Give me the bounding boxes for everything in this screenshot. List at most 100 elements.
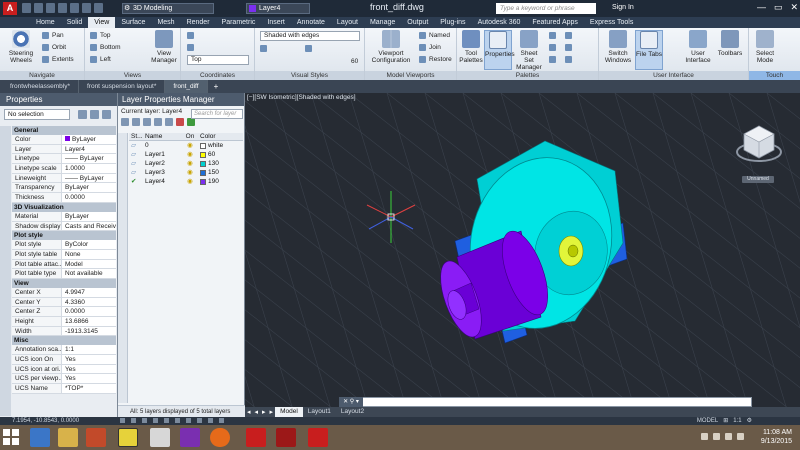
layer-name[interactable]: Layer1	[143, 150, 182, 159]
taskbar-clock[interactable]: 11:08 AM 9/13/2015	[761, 428, 792, 446]
layer-row[interactable]: ▱ Layer2 ◉ 130	[129, 159, 243, 168]
palette-icon-3[interactable]	[549, 55, 559, 64]
property-row[interactable]: Layer Layer4	[12, 144, 116, 155]
layout-tab-layout2[interactable]: Layout2	[336, 407, 369, 417]
osnap-icon[interactable]	[164, 418, 169, 423]
layer-status-icon[interactable]: ▱	[129, 168, 143, 177]
3d-osnap-icon[interactable]	[175, 418, 180, 423]
orbit-button[interactable]: Orbit	[42, 43, 66, 52]
tray-volume-icon[interactable]	[725, 433, 732, 440]
document-tab[interactable]: frontwheelassembly*	[2, 80, 79, 93]
grid-icon[interactable]	[131, 418, 136, 423]
palette-icon-2[interactable]	[549, 43, 559, 52]
ribbon-tab-solid[interactable]: Solid	[61, 17, 89, 28]
property-section-header[interactable]: General	[12, 126, 116, 135]
col-color[interactable]: Color	[198, 133, 243, 140]
save-icon[interactable]	[46, 3, 55, 13]
layer-color-cell[interactable]: 190	[198, 177, 243, 186]
property-row[interactable]: Linetype —— ByLayer	[12, 154, 116, 165]
property-value[interactable]: *TOP*	[62, 384, 116, 393]
property-value[interactable]: ByLayer	[62, 135, 116, 144]
property-row[interactable]: Plot table attac... Model	[12, 259, 116, 270]
property-row[interactable]: Plot style table None	[12, 249, 116, 260]
palette-icon-1[interactable]	[549, 31, 559, 40]
last-layout-icon[interactable]: ▸	[268, 408, 276, 416]
selection-dropdown[interactable]: No selection	[4, 109, 70, 120]
property-section-header[interactable]: Plot style	[12, 231, 116, 241]
maximize-button[interactable]: ▭	[774, 2, 783, 13]
app-taskbar-icon-2[interactable]	[150, 428, 170, 447]
layer-on-bulb-icon[interactable]: ◉	[182, 159, 198, 168]
property-row[interactable]: UCS icon at ori... Yes	[12, 364, 116, 375]
property-row[interactable]: Lineweight —— ByLayer	[12, 173, 116, 184]
status-item[interactable]: ⚙	[747, 417, 752, 425]
layer-row[interactable]: ▱ Layer3 ◉ 150	[129, 168, 243, 177]
layer-states-icon[interactable]	[143, 118, 151, 126]
ribbon-tab-home[interactable]: Home	[30, 17, 61, 28]
layout-tab-layout1[interactable]: Layout1	[303, 407, 336, 417]
drawing-viewport[interactable]: [−][SW Isometric][Shaded with edges] Unn…	[245, 93, 800, 407]
document-tab[interactable]: front_diff	[165, 80, 208, 93]
palette-icon-5[interactable]	[565, 43, 575, 52]
document-tab[interactable]: front suspension layout*	[79, 80, 166, 93]
file-tabs-button[interactable]: File Tabs	[635, 30, 663, 70]
view-left-button[interactable]: Left	[90, 55, 111, 64]
property-row[interactable]: Width -1913.3145	[12, 326, 116, 337]
property-row[interactable]: Annotation sca... 1:1	[12, 345, 116, 356]
view-bottom-button[interactable]: Bottom	[90, 43, 121, 52]
ribbon-tab-view[interactable]: View	[88, 17, 116, 28]
property-row[interactable]: Center Y 4.3360	[12, 297, 116, 308]
current-layer-dropdown[interactable]: Layer4	[246, 3, 310, 14]
property-value[interactable]: 1.0000	[62, 164, 116, 173]
view-manager-button[interactable]: View Manager	[149, 30, 179, 64]
face-effects-button[interactable]	[305, 44, 345, 53]
undo-icon[interactable]	[82, 3, 91, 13]
dyn-icon[interactable]	[208, 418, 213, 423]
save-as-icon[interactable]	[58, 3, 67, 13]
layer-row[interactable]: ▱ 0 ◉ white	[129, 141, 243, 150]
property-value[interactable]: 13.6866	[62, 317, 116, 326]
property-section-header[interactable]: View	[12, 278, 116, 288]
tray-network-icon[interactable]	[713, 433, 720, 440]
ribbon-tab-featured-apps[interactable]: Featured Apps	[526, 17, 584, 28]
property-value[interactable]: 0.0000	[62, 193, 116, 202]
set-current-icon[interactable]	[187, 118, 195, 126]
layer-row[interactable]: ✔ Layer4 ◉ 190	[129, 177, 243, 186]
viewcube[interactable]: Unnamed	[734, 120, 784, 183]
command-line-icons[interactable]: ✕ ⚲ ▾	[339, 397, 363, 407]
col-name[interactable]: Name	[143, 133, 182, 140]
layer-color-cell[interactable]: 60	[198, 150, 243, 159]
redo-icon[interactable]	[94, 3, 103, 13]
ribbon-tab-autodesk-360[interactable]: Autodesk 360	[472, 17, 527, 28]
ribbon-tab-annotate[interactable]: Annotate	[291, 17, 331, 28]
named-viewports-button[interactable]: Named	[419, 31, 450, 40]
quick-select-icon[interactable]	[102, 110, 111, 119]
layer-name[interactable]: 0	[143, 141, 182, 150]
autocad-taskbar-icon-2[interactable]	[276, 428, 296, 447]
ucs-world-button[interactable]	[187, 43, 247, 52]
tool-palettes-button[interactable]: Tool Palettes	[459, 30, 483, 64]
extents-button[interactable]: Extents	[42, 55, 74, 64]
col-status[interactable]: St...	[129, 133, 143, 140]
prev-layout-icon[interactable]: ◂	[253, 408, 261, 416]
layer-color-cell[interactable]: 130	[198, 159, 243, 168]
toolbars-button[interactable]: Toolbars	[715, 30, 745, 57]
property-row[interactable]: Height 13.6866	[12, 317, 116, 327]
otrack-icon[interactable]	[186, 418, 191, 423]
property-row[interactable]: Linetype scale 1.0000	[12, 164, 116, 174]
ribbon-tab-express-tools[interactable]: Express Tools	[584, 17, 639, 28]
minimize-button[interactable]: —	[757, 2, 766, 13]
status-item[interactable]: ⊞	[723, 417, 728, 425]
property-row[interactable]: Center X 4.9947	[12, 287, 116, 298]
plot-icon[interactable]	[70, 3, 79, 13]
status-item[interactable]: 1:1	[733, 417, 741, 425]
new-layer-vp-frozen-icon[interactable]	[165, 118, 173, 126]
palette-icon-6[interactable]	[565, 55, 575, 64]
property-value[interactable]: -1913.3145	[62, 327, 116, 336]
ribbon-tab-mesh[interactable]: Mesh	[151, 17, 180, 28]
property-value[interactable]: ByLayer	[62, 183, 116, 192]
property-value[interactable]: 4.9947	[62, 288, 116, 297]
windows-start-icon[interactable]	[3, 429, 19, 445]
pan-button[interactable]: Pan	[42, 31, 64, 40]
layer-color-cell[interactable]: 150	[198, 168, 243, 177]
